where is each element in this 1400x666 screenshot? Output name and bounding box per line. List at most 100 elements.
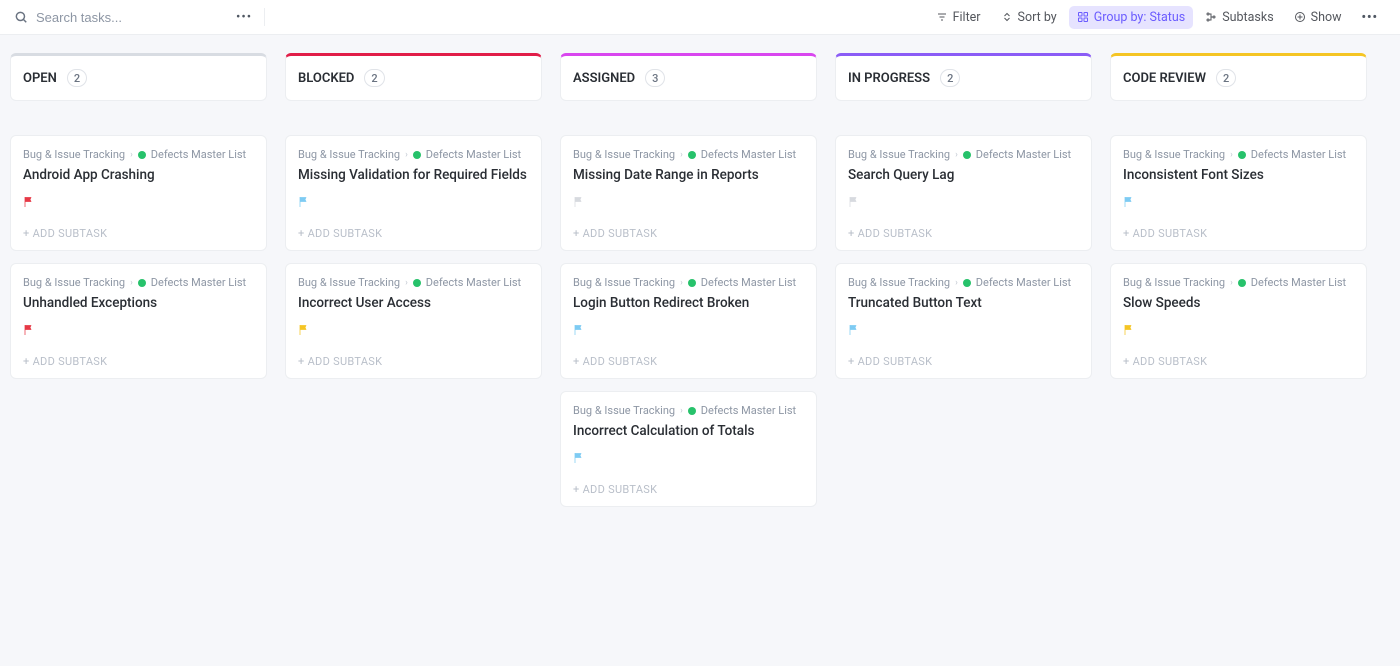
priority-flag[interactable] bbox=[848, 323, 1079, 337]
column-header[interactable]: ASSIGNED 3 bbox=[560, 53, 817, 101]
chevron-right-icon: › bbox=[1230, 278, 1233, 288]
status-dot-icon bbox=[688, 407, 696, 415]
task-card[interactable]: Bug & Issue Tracking › Defects Master Li… bbox=[835, 135, 1092, 251]
filter-label: Filter bbox=[953, 10, 981, 25]
chevron-right-icon: › bbox=[680, 278, 683, 288]
priority-flag-icon bbox=[1123, 195, 1135, 209]
status-dot-icon bbox=[963, 279, 971, 287]
search-wrap bbox=[14, 10, 176, 25]
priority-flag-icon bbox=[23, 323, 35, 337]
add-subtask-button[interactable]: + ADD SUBTASK bbox=[848, 355, 1079, 368]
search-input[interactable] bbox=[36, 10, 176, 25]
priority-flag[interactable] bbox=[573, 451, 804, 465]
column-header[interactable]: BLOCKED 2 bbox=[285, 53, 542, 101]
toolbar-more-icon[interactable]: ••• bbox=[236, 8, 265, 26]
add-subtask-button[interactable]: + ADD SUBTASK bbox=[298, 355, 529, 368]
priority-flag[interactable] bbox=[298, 323, 529, 337]
breadcrumb: Bug & Issue Tracking › Defects Master Li… bbox=[573, 148, 804, 161]
column-header[interactable]: IN PROGRESS 2 bbox=[835, 53, 1092, 101]
priority-flag-icon bbox=[573, 451, 585, 465]
breadcrumb: Bug & Issue Tracking › Defects Master Li… bbox=[23, 148, 254, 161]
breadcrumb-list: Defects Master List bbox=[701, 404, 796, 417]
task-card[interactable]: Bug & Issue Tracking › Defects Master Li… bbox=[10, 135, 267, 251]
priority-flag-icon bbox=[298, 195, 310, 209]
subtasks-button[interactable]: Subtasks bbox=[1197, 6, 1281, 29]
task-title: Incorrect Calculation of Totals bbox=[573, 423, 804, 439]
task-card[interactable]: Bug & Issue Tracking › Defects Master Li… bbox=[10, 263, 267, 379]
breadcrumb-project: Bug & Issue Tracking bbox=[23, 148, 125, 161]
task-title: Missing Date Range in Reports bbox=[573, 167, 804, 183]
sort-button[interactable]: Sort by bbox=[993, 6, 1065, 29]
toolbar-right: Filter Sort by Group by: Status Subtasks… bbox=[928, 6, 1386, 29]
priority-flag[interactable] bbox=[23, 195, 254, 209]
chevron-right-icon: › bbox=[405, 278, 408, 288]
group-button[interactable]: Group by: Status bbox=[1069, 6, 1194, 29]
task-card[interactable]: Bug & Issue Tracking › Defects Master Li… bbox=[1110, 263, 1367, 379]
breadcrumb-list: Defects Master List bbox=[701, 276, 796, 289]
breadcrumb: Bug & Issue Tracking › Defects Master Li… bbox=[848, 276, 1079, 289]
breadcrumb-project: Bug & Issue Tracking bbox=[1123, 276, 1225, 289]
breadcrumb-project: Bug & Issue Tracking bbox=[1123, 148, 1225, 161]
chevron-right-icon: › bbox=[680, 406, 683, 416]
add-subtask-button[interactable]: + ADD SUBTASK bbox=[298, 227, 529, 240]
priority-flag[interactable] bbox=[1123, 195, 1354, 209]
task-card[interactable]: Bug & Issue Tracking › Defects Master Li… bbox=[285, 135, 542, 251]
priority-flag-icon bbox=[848, 323, 860, 337]
status-dot-icon bbox=[138, 151, 146, 159]
priority-flag-icon bbox=[1123, 323, 1135, 337]
chevron-right-icon: › bbox=[955, 150, 958, 160]
breadcrumb-project: Bug & Issue Tracking bbox=[848, 148, 950, 161]
add-subtask-button[interactable]: + ADD SUBTASK bbox=[573, 355, 804, 368]
breadcrumb-list: Defects Master List bbox=[1251, 148, 1346, 161]
task-card[interactable]: Bug & Issue Tracking › Defects Master Li… bbox=[1110, 135, 1367, 251]
status-dot-icon bbox=[963, 151, 971, 159]
add-subtask-button[interactable]: + ADD SUBTASK bbox=[573, 483, 804, 496]
breadcrumb-list: Defects Master List bbox=[426, 148, 521, 161]
task-card[interactable]: Bug & Issue Tracking › Defects Master Li… bbox=[285, 263, 542, 379]
search-icon bbox=[14, 10, 28, 24]
task-card[interactable]: Bug & Issue Tracking › Defects Master Li… bbox=[560, 391, 817, 507]
column-header[interactable]: CODE REVIEW 2 bbox=[1110, 53, 1367, 101]
breadcrumb-list: Defects Master List bbox=[1251, 276, 1346, 289]
column-count: 2 bbox=[1216, 69, 1236, 87]
show-button[interactable]: Show bbox=[1286, 6, 1350, 29]
task-title: Truncated Button Text bbox=[848, 295, 1079, 311]
priority-flag-icon bbox=[848, 195, 860, 209]
task-card[interactable]: Bug & Issue Tracking › Defects Master Li… bbox=[560, 135, 817, 251]
chevron-right-icon: › bbox=[1230, 150, 1233, 160]
add-subtask-button[interactable]: + ADD SUBTASK bbox=[573, 227, 804, 240]
status-dot-icon bbox=[1238, 151, 1246, 159]
priority-flag[interactable] bbox=[573, 195, 804, 209]
more-button[interactable]: ••• bbox=[1354, 6, 1386, 29]
chevron-right-icon: › bbox=[130, 278, 133, 288]
task-card[interactable]: Bug & Issue Tracking › Defects Master Li… bbox=[560, 263, 817, 379]
show-label: Show bbox=[1311, 10, 1342, 25]
column: IN PROGRESS 2 Bug & Issue Tracking › Def… bbox=[835, 53, 1092, 519]
add-subtask-button[interactable]: + ADD SUBTASK bbox=[23, 227, 254, 240]
board: OPEN 2 Bug & Issue Tracking › Defects Ma… bbox=[0, 35, 1400, 537]
breadcrumb: Bug & Issue Tracking › Defects Master Li… bbox=[1123, 276, 1354, 289]
add-subtask-button[interactable]: + ADD SUBTASK bbox=[848, 227, 1079, 240]
add-subtask-button[interactable]: + ADD SUBTASK bbox=[1123, 355, 1354, 368]
breadcrumb: Bug & Issue Tracking › Defects Master Li… bbox=[1123, 148, 1354, 161]
sort-icon bbox=[1001, 11, 1013, 23]
breadcrumb-project: Bug & Issue Tracking bbox=[298, 148, 400, 161]
task-card[interactable]: Bug & Issue Tracking › Defects Master Li… bbox=[835, 263, 1092, 379]
priority-flag[interactable] bbox=[298, 195, 529, 209]
column-count: 2 bbox=[67, 69, 87, 87]
breadcrumb: Bug & Issue Tracking › Defects Master Li… bbox=[298, 276, 529, 289]
column-header[interactable]: OPEN 2 bbox=[10, 53, 267, 101]
breadcrumb-list: Defects Master List bbox=[426, 276, 521, 289]
status-dot-icon bbox=[413, 151, 421, 159]
filter-button[interactable]: Filter bbox=[928, 6, 989, 29]
priority-flag[interactable] bbox=[1123, 323, 1354, 337]
add-subtask-button[interactable]: + ADD SUBTASK bbox=[1123, 227, 1354, 240]
priority-flag[interactable] bbox=[23, 323, 254, 337]
task-title: Android App Crashing bbox=[23, 167, 254, 183]
priority-flag[interactable] bbox=[573, 323, 804, 337]
add-subtask-button[interactable]: + ADD SUBTASK bbox=[23, 355, 254, 368]
chevron-right-icon: › bbox=[955, 278, 958, 288]
toolbar: ••• Filter Sort by Group by: Status Subt… bbox=[0, 0, 1400, 35]
priority-flag[interactable] bbox=[848, 195, 1079, 209]
breadcrumb-project: Bug & Issue Tracking bbox=[848, 276, 950, 289]
